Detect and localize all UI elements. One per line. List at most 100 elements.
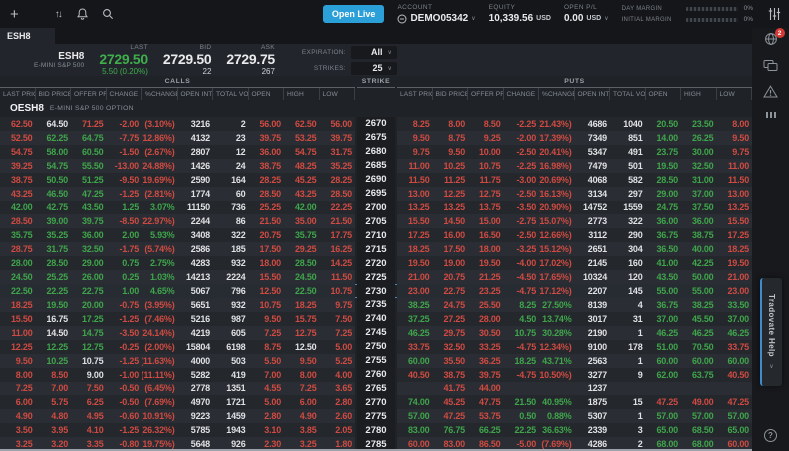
puts-last-price-cell[interactable]: 11.00: [397, 159, 433, 173]
strike-cell[interactable]: 2670: [357, 117, 395, 131]
puts-open-cell[interactable]: 43.50: [646, 270, 682, 284]
calls-open-cell[interactable]: 10.75: [249, 298, 285, 312]
calls-total-vol-cell[interactable]: 322: [213, 228, 249, 242]
puts-offer-price-cell[interactable]: 53.75: [468, 409, 504, 423]
puts-open-int-cell[interactable]: 8139: [575, 298, 611, 312]
calls-pct-change-cell[interactable]: (11.63%): [142, 354, 178, 368]
option-row-2740[interactable]: 15.5016.7517.25-1.25(7.46%)52169879.5015…: [0, 312, 752, 326]
puts-open-int-cell[interactable]: 2563: [575, 354, 611, 368]
puts-open-cell[interactable]: 36.75: [646, 228, 682, 242]
calls-low-cell[interactable]: 5.25: [320, 354, 356, 368]
community-globe-icon[interactable]: 2: [764, 32, 778, 46]
puts-change-cell[interactable]: 0.50: [504, 409, 540, 423]
puts-low-cell[interactable]: 13.25: [717, 201, 753, 215]
calls-offer-price-cell[interactable]: 64.75: [71, 131, 107, 145]
calls-total-vol-cell[interactable]: 164: [213, 173, 249, 187]
puts-low-cell[interactable]: 21.00: [717, 270, 753, 284]
puts-open-cell[interactable]: 41.00: [646, 256, 682, 270]
calls-pct-change-cell[interactable]: (7.46%): [142, 312, 178, 326]
calls-last-price-cell[interactable]: 28.75: [0, 242, 36, 256]
puts-pct-change-cell[interactable]: 30.28%: [539, 326, 575, 340]
puts-low-cell[interactable]: 33.50: [717, 298, 753, 312]
calls-open-int-cell[interactable]: 4283: [178, 256, 214, 270]
calls-low-cell[interactable]: 35.25: [320, 159, 356, 173]
puts-bid-price-cell[interactable]: 41.75: [433, 382, 469, 396]
puts-low-cell[interactable]: 23.00: [717, 284, 753, 298]
puts-column-header-total-vol[interactable]: TOTAL VOL.: [610, 88, 646, 100]
puts-offer-price-cell[interactable]: 28.00: [468, 312, 504, 326]
puts-open-int-cell[interactable]: 2207: [575, 284, 611, 298]
puts-open-int-cell[interactable]: 7349: [575, 131, 611, 145]
calls-low-cell[interactable]: 3.65: [320, 382, 356, 396]
calls-pct-change-cell[interactable]: (24.88%): [142, 159, 178, 173]
puts-open-int-cell[interactable]: 3017: [575, 312, 611, 326]
puts-low-cell[interactable]: 11.00: [717, 159, 753, 173]
puts-low-cell[interactable]: 47.25: [717, 395, 753, 409]
puts-open-cell[interactable]: 55.00: [646, 284, 682, 298]
puts-offer-price-cell[interactable]: 23.25: [468, 284, 504, 298]
calls-open-cell[interactable]: 20.75: [249, 228, 285, 242]
strike-cell[interactable]: 2685: [357, 159, 395, 173]
calls-open-cell[interactable]: 7.25: [249, 326, 285, 340]
calls-bid-price-cell[interactable]: 28.50: [36, 256, 72, 270]
puts-column-header-open-int[interactable]: OPEN INT.: [575, 88, 611, 100]
calls-open-int-cell[interactable]: 2807: [178, 145, 214, 159]
puts-open-int-cell[interactable]: 2773: [575, 214, 611, 228]
puts-low-cell[interactable]: 9.75: [717, 145, 753, 159]
option-row-2780[interactable]: 3.503.954.10-1.25(26.32%)578519433.103.8…: [0, 423, 752, 437]
puts-open-int-cell[interactable]: 3277: [575, 368, 611, 382]
calls-high-cell[interactable]: 62.50: [284, 117, 320, 131]
calls-last-price-cell[interactable]: 28.00: [0, 256, 36, 270]
puts-bid-price-cell[interactable]: 17.50: [433, 242, 469, 256]
puts-column-header-bid-price[interactable]: BID PRICE: [433, 88, 469, 100]
puts-pct-change-cell[interactable]: [539, 382, 575, 396]
strike-cell[interactable]: 2695: [357, 187, 395, 201]
puts-pct-change-cell[interactable]: 43.71%: [539, 354, 575, 368]
strike-cell[interactable]: 2760: [357, 368, 395, 382]
calls-total-vol-cell[interactable]: 1943: [213, 423, 249, 437]
puts-last-price-cell[interactable]: 18.25: [397, 242, 433, 256]
calls-change-cell[interactable]: -0.75: [107, 298, 143, 312]
puts-pct-change-cell[interactable]: 36.63%: [539, 423, 575, 437]
calls-pct-change-cell[interactable]: (3.95%): [142, 298, 178, 312]
puts-last-price-cell[interactable]: 11.50: [397, 173, 433, 187]
calls-change-cell[interactable]: -1.25: [107, 423, 143, 437]
calls-total-vol-cell[interactable]: 1351: [213, 382, 249, 396]
calls-total-vol-cell[interactable]: 86: [213, 214, 249, 228]
puts-change-cell[interactable]: -2.25: [504, 117, 540, 131]
calls-low-cell[interactable]: 31.75: [320, 145, 356, 159]
puts-offer-price-cell[interactable]: 47.75: [468, 395, 504, 409]
puts-open-cell[interactable]: 37.00: [646, 312, 682, 326]
puts-low-cell[interactable]: 33.75: [717, 340, 753, 354]
option-row-2770[interactable]: 6.005.756.25-0.50(7.69%)497017215.006.00…: [0, 395, 752, 409]
calls-pct-change-cell[interactable]: 2.75%: [142, 256, 178, 270]
calls-high-cell[interactable]: 35.75: [284, 228, 320, 242]
calls-pct-change-cell[interactable]: (7.69%): [142, 395, 178, 409]
calls-open-cell[interactable]: 8.75: [249, 340, 285, 354]
calls-column-header-last-price[interactable]: LAST PRICE: [0, 88, 36, 100]
module-grid-icon[interactable]: [766, 111, 776, 119]
calls-change-cell[interactable]: -1.25: [107, 354, 143, 368]
strike-cell[interactable]: 2715: [357, 242, 395, 256]
puts-open-int-cell[interactable]: 4686: [575, 117, 611, 131]
puts-offer-price-cell[interactable]: 12.75: [468, 187, 504, 201]
puts-last-price-cell[interactable]: 23.00: [397, 284, 433, 298]
calls-last-price-cell[interactable]: 62.50: [0, 117, 36, 131]
calls-low-cell[interactable]: 21.50: [320, 214, 356, 228]
strike-cell[interactable]: 2675: [357, 131, 395, 145]
puts-offer-price-cell[interactable]: 44.00: [468, 382, 504, 396]
settings-sliders-icon[interactable]: [768, 7, 781, 21]
calls-bid-price-cell[interactable]: 46.50: [36, 187, 72, 201]
strike-cell[interactable]: 2710: [357, 228, 395, 242]
puts-change-cell[interactable]: -4.50: [504, 270, 540, 284]
puts-total-vol-cell[interactable]: 178: [610, 340, 646, 354]
calls-total-vol-cell[interactable]: 796: [213, 284, 249, 298]
strike-cell[interactable]: 2740: [357, 312, 395, 326]
calls-low-cell[interactable]: 5.00: [320, 340, 356, 354]
calls-low-cell[interactable]: 28.50: [320, 187, 356, 201]
puts-offer-price-cell[interactable]: 16.50: [468, 228, 504, 242]
calls-change-cell[interactable]: -1.50: [107, 145, 143, 159]
puts-high-cell[interactable]: 46.25: [681, 326, 717, 340]
calls-high-cell[interactable]: 15.75: [284, 312, 320, 326]
calls-open-cell[interactable]: 4.55: [249, 382, 285, 396]
